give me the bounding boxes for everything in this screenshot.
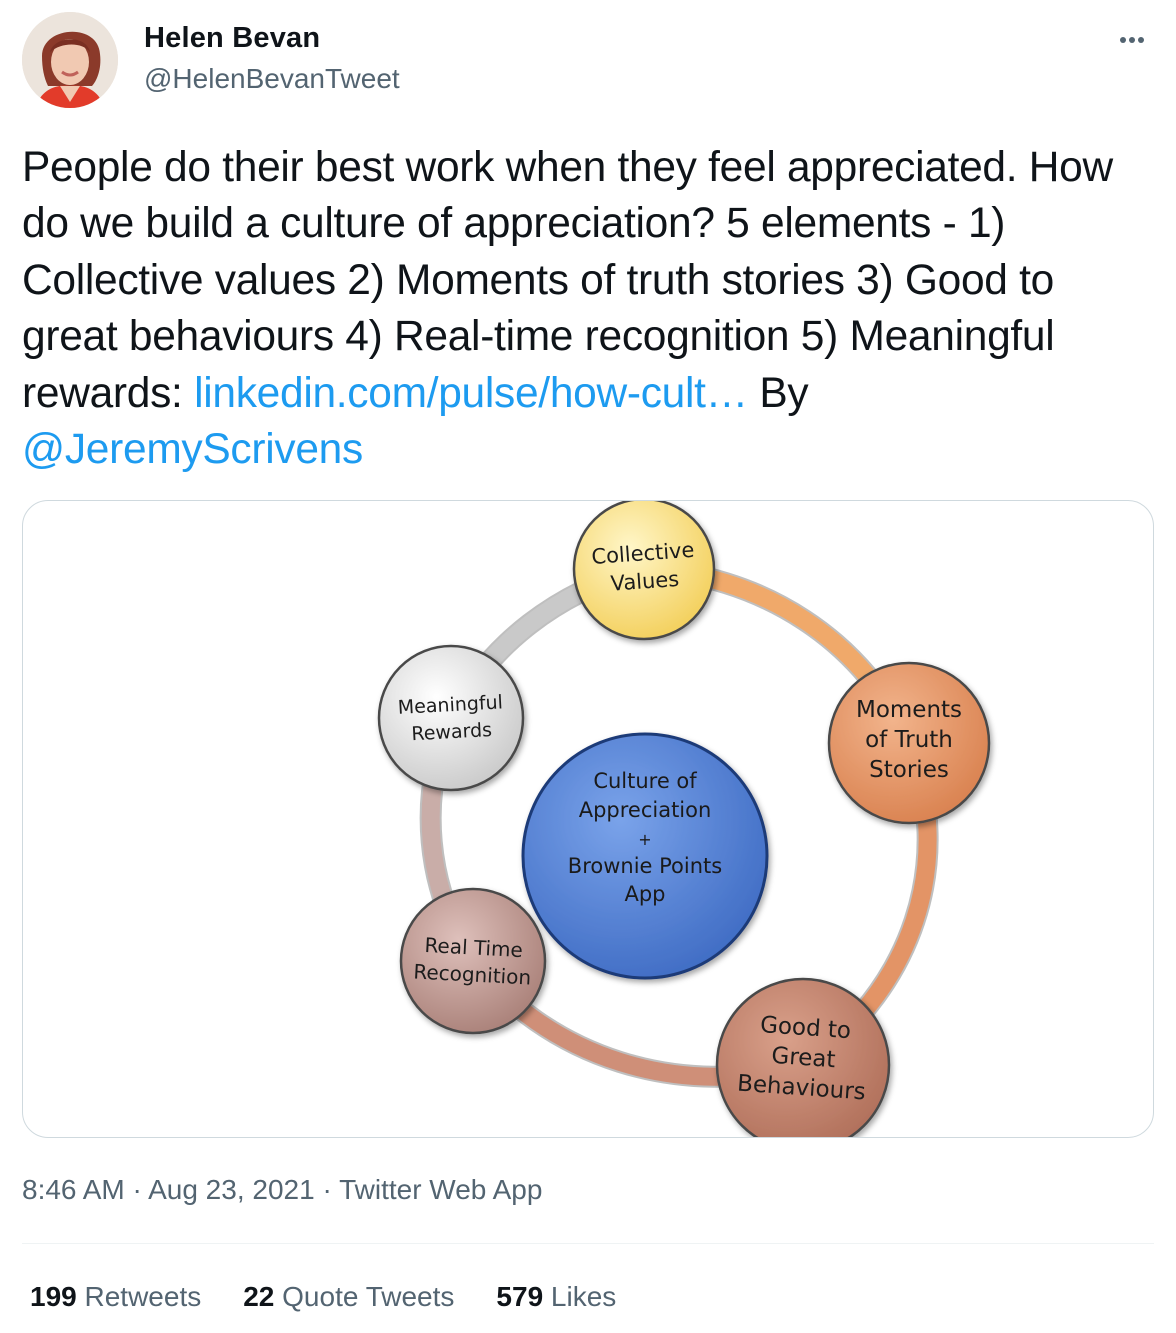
tweet-media[interactable]: Collective Values Moments of Truth Stories Go… [22, 500, 1154, 1138]
engagement-stats: 199 Retweets 22 Quote Tweets 579 Likes [30, 1281, 616, 1313]
tweet-link[interactable]: linkedin.com/pulse/how-cult… [194, 370, 748, 417]
node-label: Great [771, 1043, 837, 1073]
more-horizontal-icon [1120, 37, 1144, 43]
center-label: + [638, 830, 651, 849]
tweet-text: People do their best work when they feel… [22, 140, 1152, 478]
center-label: App [624, 882, 665, 906]
mention-link[interactable]: @JeremyScrivens [22, 426, 363, 473]
node-label: Rewards [411, 719, 493, 745]
separator: · [322, 1174, 332, 1205]
center-label: Culture of [593, 769, 697, 793]
meaningful-rewards-node: MeaningfulRewards [377, 644, 525, 792]
retweets-stat[interactable]: 199 Retweets [30, 1281, 201, 1313]
culture-diagram: CollectiveValues Moments of Truth Stories Go… [377, 501, 991, 1137]
center-label: Appreciation [579, 798, 712, 822]
divider [22, 1243, 1154, 1244]
collective-values-node: CollectiveValues [572, 501, 716, 641]
center-label: Brownie Points [568, 854, 722, 878]
separator: · [132, 1174, 142, 1205]
node-label: Stories [869, 757, 949, 783]
likes-count: 579 [496, 1281, 544, 1312]
good-to-great-node: Good toGreatBehaviours [715, 977, 891, 1137]
node-label: Values [610, 567, 680, 596]
center-node: Culture of Appreciation + Brownie Points App [521, 732, 769, 980]
retweets-label: Retweets [84, 1281, 202, 1312]
quote-tweets-count: 22 [243, 1281, 275, 1312]
author-name[interactable]: Helen Bevan [144, 22, 320, 55]
tweet-date[interactable]: Aug 23, 2021 [148, 1174, 315, 1205]
tweet-text-by: By [747, 369, 809, 417]
moments-of-truth-node: Moments of Truth Stories [827, 661, 991, 825]
node-label: of Truth [865, 727, 953, 753]
tweet-timestamp: 8:46 AM · Aug 23, 2021 · Twitter Web App [22, 1174, 542, 1206]
quote-tweets-stat[interactable]: 22 Quote Tweets [243, 1281, 454, 1313]
real-time-recognition-node: Real TimeRecognition [399, 887, 547, 1035]
quote-tweets-label: Quote Tweets [282, 1281, 455, 1312]
retweets-count: 199 [30, 1281, 77, 1312]
more-button[interactable] [1110, 22, 1154, 58]
node-label: Moments [856, 697, 962, 723]
likes-label: Likes [550, 1281, 617, 1312]
tweet-source[interactable]: Twitter Web App [339, 1174, 542, 1205]
avatar[interactable] [22, 12, 118, 108]
author-handle[interactable]: @HelenBevanTweet [144, 63, 400, 95]
avatar-image [22, 12, 118, 108]
tweet-time[interactable]: 8:46 AM [22, 1174, 125, 1205]
likes-stat[interactable]: 579 Likes [496, 1281, 616, 1313]
